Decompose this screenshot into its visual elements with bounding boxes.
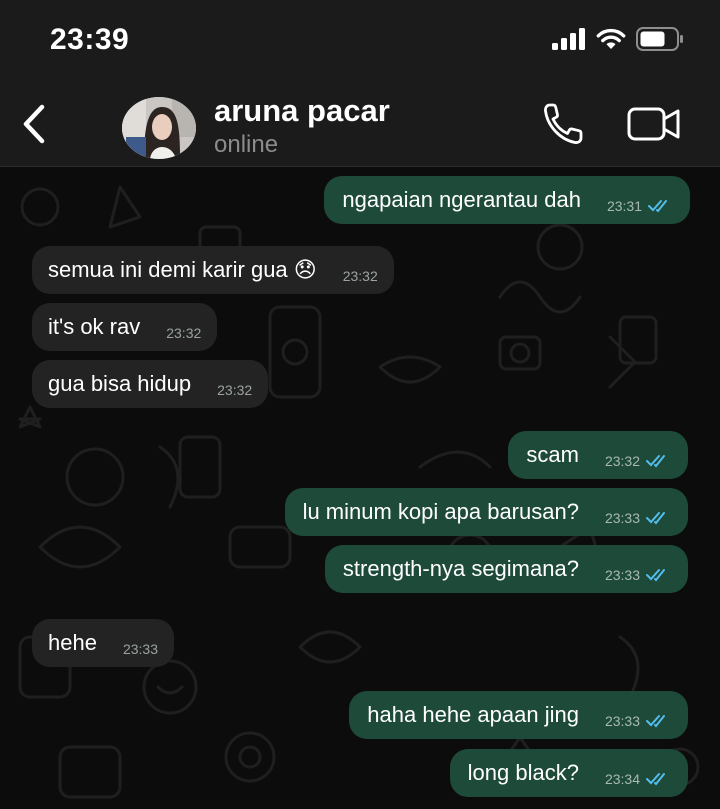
message-text: haha hehe apaan jing [367, 702, 579, 727]
message-text: lu minum kopi apa barusan? [302, 499, 579, 524]
message-bubble-incoming[interactable]: it's ok rav 23:32 [32, 303, 218, 351]
contact-name[interactable]: aruna pacar [214, 93, 390, 129]
message-time: 23:33 [604, 567, 640, 583]
message-time: 23:31 [606, 198, 642, 214]
read-ticks-icon [646, 773, 665, 786]
message-time: 23:33 [122, 641, 158, 657]
read-ticks-icon [646, 569, 665, 582]
read-ticks-icon [646, 715, 665, 728]
message-text: ngapaian ngerantau dah [342, 187, 581, 212]
voice-call-button[interactable] [540, 100, 586, 148]
message-bubble-outgoing[interactable]: ngapaian ngerantau dah 23:31 [324, 176, 690, 224]
phone-icon [544, 103, 583, 144]
message-text: strength-nya segimana? [342, 556, 579, 581]
message-text: hehe [48, 630, 97, 655]
message-text: it's ok rav [48, 314, 141, 339]
message-time: 23:33 [604, 510, 640, 526]
message-time: 23:32 [342, 268, 378, 284]
message-bubble-incoming[interactable]: hehe 23:33 [32, 619, 174, 667]
message-time: 23:32 [217, 382, 253, 398]
message-text: gua bisa hidup [48, 371, 192, 396]
chat-area[interactable]: ngapaian ngerantau dah 23:31 semua ini d… [0, 167, 720, 809]
read-ticks-icon [646, 512, 665, 525]
message-text: scam [526, 442, 579, 467]
contact-avatar[interactable] [122, 97, 196, 159]
back-button[interactable] [14, 96, 54, 152]
battery-icon [636, 27, 683, 51]
read-ticks-icon [646, 455, 665, 468]
message-time: 23:33 [604, 713, 640, 729]
message-text: semua ini demi karir gua 😞 [48, 257, 317, 282]
video-call-button[interactable] [626, 104, 682, 144]
message-bubble-outgoing[interactable]: haha hehe apaan jing 23:33 [349, 691, 688, 739]
status-time: 23:39 [50, 23, 130, 56]
message-time: 23:32 [166, 325, 202, 341]
signal-icon [552, 28, 585, 50]
wifi-icon [596, 28, 626, 49]
back-chevron-icon [23, 104, 45, 144]
chat-header: 23:39 aruna pacar online [0, 0, 720, 167]
message-text: long black? [467, 760, 579, 785]
message-bubble-incoming[interactable]: gua bisa hidup 23:32 [32, 360, 269, 408]
read-ticks-icon [648, 200, 667, 213]
video-camera-icon [627, 107, 680, 141]
message-bubble-outgoing[interactable]: scam 23:32 [508, 431, 688, 479]
message-bubble-outgoing[interactable]: strength-nya segimana? 23:33 [324, 545, 688, 593]
message-bubble-outgoing[interactable]: lu minum kopi apa barusan? 23:33 [284, 488, 688, 536]
message-time: 23:32 [604, 453, 640, 469]
message-time: 23:34 [604, 771, 640, 787]
status-icons [552, 27, 684, 51]
contact-status: online [214, 131, 279, 158]
message-bubble-outgoing[interactable]: long black? 23:34 [449, 749, 688, 797]
message-bubble-incoming[interactable]: semua ini demi karir gua 😞 23:32 [32, 246, 394, 294]
